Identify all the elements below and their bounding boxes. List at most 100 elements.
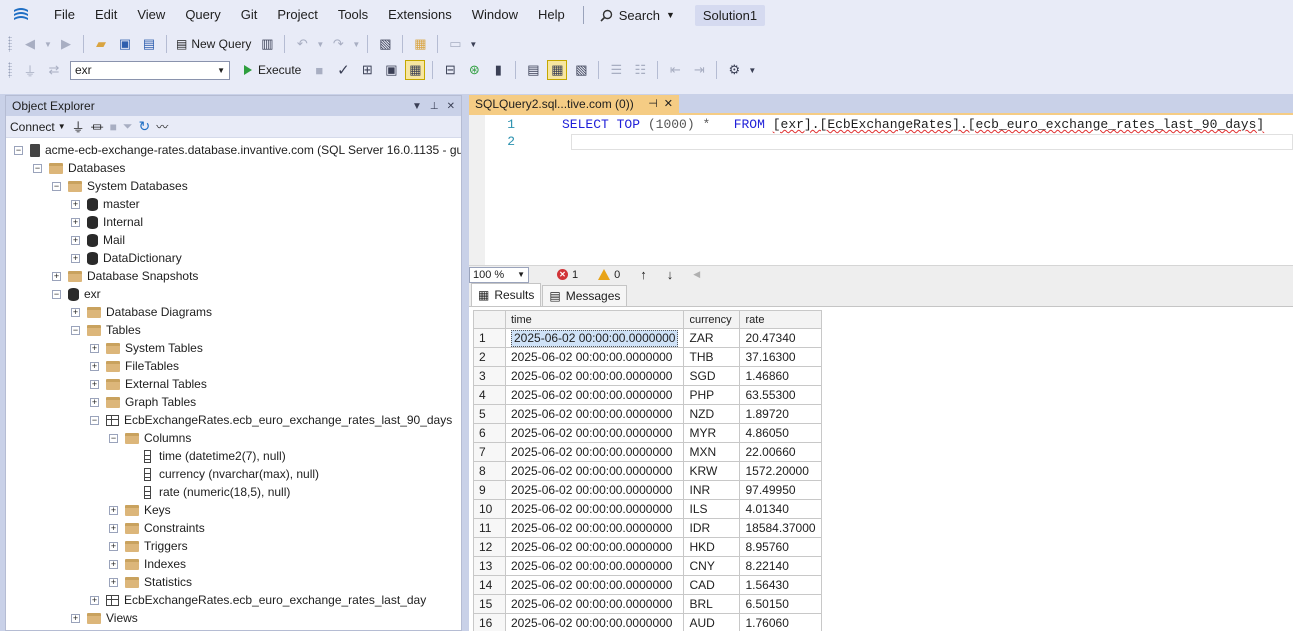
expand-icon[interactable]: + bbox=[52, 271, 61, 281]
database-query-icon[interactable]: ▥ bbox=[257, 34, 277, 54]
parse-checkmark-icon[interactable]: ✓ bbox=[333, 60, 353, 80]
table-row[interactable]: 3 2025-06-02 00:00:00.0000000 SGD 1.46860 bbox=[473, 366, 822, 386]
expand-icon[interactable]: + bbox=[90, 361, 99, 371]
grid-cell-currency[interactable]: MXN bbox=[683, 442, 741, 462]
row-number-cell[interactable]: 9 bbox=[473, 480, 506, 500]
tree-node[interactable]: + Mail bbox=[6, 231, 461, 249]
collapse-icon[interactable]: − bbox=[14, 145, 23, 155]
row-number-cell[interactable]: 12 bbox=[473, 537, 506, 557]
menu-file[interactable]: File bbox=[44, 0, 85, 30]
tree-node[interactable]: + Graph Tables bbox=[6, 393, 461, 411]
tab-results[interactable]: ▦ Results bbox=[471, 283, 542, 306]
expand-icon[interactable]: + bbox=[71, 217, 80, 227]
save-icon[interactable]: ▣ bbox=[115, 34, 135, 54]
grid-cell-rate[interactable]: 18584.37000 bbox=[739, 518, 822, 538]
grid-cell-currency[interactable]: MYR bbox=[683, 423, 741, 443]
next-issue-arrow-icon[interactable]: ↓ bbox=[667, 267, 674, 282]
row-number-cell[interactable]: 13 bbox=[473, 556, 506, 576]
expand-icon[interactable]: + bbox=[71, 307, 80, 317]
expand-icon[interactable]: + bbox=[90, 379, 99, 389]
tree-node[interactable]: − System Databases bbox=[6, 177, 461, 195]
grid-cell-time[interactable]: 2025-06-02 00:00:00.0000000 bbox=[504, 480, 685, 500]
pin-icon[interactable]: ⊥ bbox=[430, 101, 439, 112]
pin-tab-icon[interactable]: ⊣ bbox=[648, 97, 658, 110]
menu-help[interactable]: Help bbox=[528, 0, 575, 30]
previous-issue-arrow-icon[interactable]: ↑ bbox=[640, 267, 647, 282]
tree-node[interactable]: − acme-ecb-exchange-rates.database.invant… bbox=[6, 141, 461, 159]
change-connection-icon[interactable]: ⇄ bbox=[44, 60, 64, 80]
grid-cell-currency[interactable]: HKD bbox=[683, 537, 741, 557]
results-to-grid-mode-icon[interactable]: ▦ bbox=[547, 60, 568, 80]
tree-node[interactable]: + FileTables bbox=[6, 357, 461, 375]
toolbar-options-icon[interactable]: ▼ bbox=[748, 60, 756, 80]
row-number-cell[interactable]: 16 bbox=[473, 613, 506, 631]
grid-cell-time[interactable]: 2025-06-02 00:00:00.0000000 bbox=[504, 613, 685, 631]
tree-node[interactable]: + EcbExchangeRates.ecb_euro_exchange_rate… bbox=[6, 591, 461, 609]
menu-project[interactable]: Project bbox=[267, 0, 327, 30]
cancel-query-icon[interactable]: ■ bbox=[309, 60, 329, 80]
grid-cell-rate[interactable]: 1.46860 bbox=[739, 366, 822, 386]
grid-cell-currency[interactable]: ZAR bbox=[683, 328, 741, 348]
specify-template-parameters-icon[interactable]: ⚙ bbox=[724, 60, 744, 80]
grid-cell-rate[interactable]: 22.00660 bbox=[739, 442, 822, 462]
row-number-cell[interactable]: 14 bbox=[473, 575, 506, 595]
grid-cell-rate[interactable]: 1.56430 bbox=[739, 575, 822, 595]
connect-plug-icon[interactable]: ⏚ bbox=[72, 117, 85, 136]
tree-node[interactable]: + Constraints bbox=[6, 519, 461, 537]
navigate-back-icon[interactable]: ◀ bbox=[20, 34, 40, 54]
collapse-icon[interactable]: − bbox=[71, 325, 80, 335]
dropdown-arrow-icon[interactable]: ▼ bbox=[316, 34, 324, 54]
grid-cell-time[interactable]: 2025-06-02 00:00:00.0000000 bbox=[504, 575, 685, 595]
tree-node[interactable]: time (datetime2(7), null) bbox=[6, 447, 461, 465]
row-number-cell[interactable]: 15 bbox=[473, 594, 506, 614]
tree-node[interactable]: currency (nvarchar(max), null) bbox=[6, 465, 461, 483]
grid-cell-rate[interactable]: 8.22140 bbox=[739, 556, 822, 576]
collapse-icon[interactable]: − bbox=[52, 289, 61, 299]
tree-node[interactable]: + master bbox=[6, 195, 461, 213]
menu-edit[interactable]: Edit bbox=[85, 0, 127, 30]
redo-icon[interactable]: ↷ bbox=[328, 34, 348, 54]
tree-node[interactable]: − Tables bbox=[6, 321, 461, 339]
grid-cell-rate[interactable]: 4.86050 bbox=[739, 423, 822, 443]
grid-cell-rate[interactable]: 63.55300 bbox=[739, 385, 822, 405]
results-to-grid-icon[interactable]: ▦ bbox=[405, 60, 426, 80]
grid-cell-time[interactable]: 2025-06-02 00:00:00.0000000 bbox=[504, 366, 685, 386]
expand-icon[interactable]: + bbox=[71, 613, 80, 623]
tree-node[interactable]: + Database Snapshots bbox=[6, 267, 461, 285]
row-number-header[interactable] bbox=[473, 310, 506, 329]
new-query-button[interactable]: ▤ New Query bbox=[172, 37, 255, 51]
window-layout-icon[interactable]: ▭ bbox=[445, 34, 465, 54]
tree-node[interactable]: + Database Diagrams bbox=[6, 303, 461, 321]
grid-cell-time[interactable]: 2025-06-02 00:00:00.0000000 bbox=[504, 423, 685, 443]
menu-git[interactable]: Git bbox=[231, 0, 268, 30]
scroll-left-icon[interactable]: ◀ bbox=[693, 269, 700, 280]
collapse-icon[interactable]: − bbox=[109, 433, 118, 443]
increase-indent-icon[interactable]: ⇥ bbox=[689, 60, 709, 80]
grid-cell-time[interactable]: 2025-06-02 00:00:00.0000000 bbox=[504, 328, 685, 348]
connect-dropdown-button[interactable]: Connect ▼ bbox=[10, 120, 66, 134]
tree-node[interactable]: rate (numeric(18,5), null) bbox=[6, 483, 461, 501]
results-to-file-icon[interactable]: ▧ bbox=[571, 60, 591, 80]
client-statistics-icon[interactable]: ▮ bbox=[488, 60, 508, 80]
error-count-button[interactable]: ✕ 1 bbox=[557, 269, 578, 281]
tree-node[interactable]: − EcbExchangeRates.ecb_euro_exchange_rate… bbox=[6, 411, 461, 429]
tree-node[interactable]: + Keys bbox=[6, 501, 461, 519]
tab-sqlquery2[interactable]: SQLQuery2.sql...tive.com (0)) ⊣ ✕ bbox=[469, 95, 679, 114]
table-row[interactable]: 8 2025-06-02 00:00:00.0000000 KRW 1572.2000… bbox=[473, 461, 822, 481]
refresh-icon[interactable]: ↻ bbox=[139, 118, 151, 135]
grid-cell-time[interactable]: 2025-06-02 00:00:00.0000000 bbox=[504, 347, 685, 367]
grid-cell-rate[interactable]: 6.50150 bbox=[739, 594, 822, 614]
table-row[interactable]: 7 2025-06-02 00:00:00.0000000 MXN 22.00660 bbox=[473, 442, 822, 462]
results-to-text-icon[interactable]: ▤ bbox=[523, 60, 543, 80]
expand-icon[interactable]: + bbox=[71, 199, 80, 209]
properties-icon[interactable]: ▦ bbox=[410, 34, 430, 54]
row-number-cell[interactable]: 4 bbox=[473, 385, 506, 405]
available-databases-select[interactable]: exr ▼ bbox=[70, 60, 230, 80]
grid-cell-rate[interactable]: 37.16300 bbox=[739, 347, 822, 367]
grid-cell-currency[interactable]: THB bbox=[683, 347, 741, 367]
grid-cell-currency[interactable]: IDR bbox=[683, 518, 741, 538]
grid-cell-currency[interactable]: BRL bbox=[683, 594, 741, 614]
row-number-cell[interactable]: 2 bbox=[473, 347, 506, 367]
dropdown-arrow-icon[interactable]: ▼ bbox=[352, 34, 360, 54]
grid-cell-time[interactable]: 2025-06-02 00:00:00.0000000 bbox=[504, 404, 685, 424]
